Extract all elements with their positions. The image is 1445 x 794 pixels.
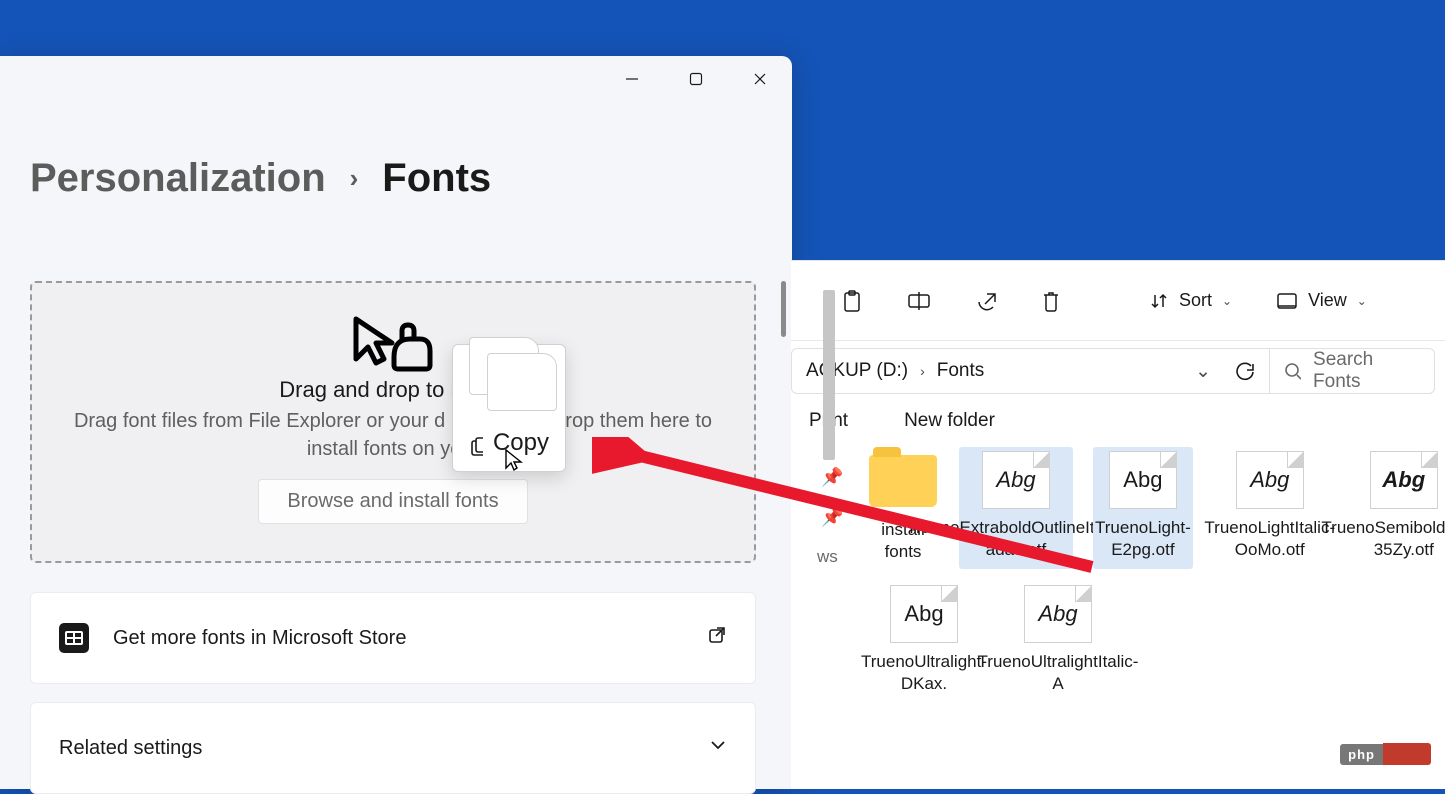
- file-explorer-window: Sort⌄ View⌄ ACKUP (D:) › Fonts ⌄ Search …: [791, 260, 1445, 789]
- breadcrumb-parent[interactable]: Personalization: [30, 156, 326, 201]
- share-button[interactable]: [975, 290, 997, 312]
- font-file-item[interactable]: AbgTruenoLightItalic-OoMo.otf: [1213, 447, 1327, 569]
- font-file-icon: Abg: [890, 585, 958, 643]
- address-bar[interactable]: ACKUP (D:) › Fonts ⌄: [791, 348, 1270, 394]
- font-file-item[interactable]: AbgTruenoUltralightItalic-A: [1001, 581, 1115, 701]
- font-file-icon: Abg: [1370, 451, 1438, 509]
- explorer-scrollbar[interactable]: [823, 290, 835, 460]
- breadcrumb: Personalization › Fonts: [30, 156, 491, 201]
- font-file-item[interactable]: AbgTruenoExtraboldOutlineItalic-adaJ.otf: [959, 447, 1073, 569]
- breadcrumb-current: Fonts: [382, 156, 491, 201]
- file-row: AbgTruenoUltralight-DKax.AbgTruenoUltral…: [867, 581, 1445, 701]
- card-get-more-fonts[interactable]: Get more fonts in Microsoft Store: [30, 592, 756, 684]
- search-placeholder: Search Fonts: [1313, 349, 1420, 393]
- open-external-icon: [707, 625, 727, 651]
- browse-fonts-button[interactable]: Browse and install fonts: [258, 479, 527, 524]
- font-file-item[interactable]: AbgTruenoSemiboldItalic-35Zy.otf: [1347, 447, 1445, 569]
- search-icon: [1284, 362, 1301, 380]
- pin-icon: 📌: [821, 467, 843, 488]
- file-row: install fontsAbgTruenoExtraboldOutlineIt…: [867, 447, 1445, 569]
- file-label: TruenoSemiboldItalic-35Zy.otf: [1321, 517, 1445, 561]
- drag-cursor-icon: [350, 313, 436, 373]
- font-file-icon: Abg: [1109, 451, 1177, 509]
- maximize-button[interactable]: [664, 56, 728, 102]
- watermark-badge: php: [1340, 743, 1431, 765]
- crumb-folder[interactable]: Fonts: [937, 360, 985, 382]
- font-file-icon: Abg: [1024, 585, 1092, 643]
- font-file-icon: Abg: [982, 451, 1050, 509]
- drag-ghost-tooltip: Copy: [452, 344, 566, 472]
- rename-button[interactable]: [907, 290, 931, 312]
- drag-action-label: Copy: [493, 429, 549, 457]
- card-related-settings[interactable]: Related settings: [30, 702, 756, 794]
- view-button[interactable]: View⌄: [1276, 290, 1367, 311]
- chevron-down-icon[interactable]: ⌄: [1195, 360, 1211, 383]
- font-file-item[interactable]: AbgTruenoUltralight-DKax.: [867, 581, 981, 701]
- window-title-buttons: [600, 56, 792, 102]
- copy-icon: [469, 435, 483, 457]
- file-label: TruenoUltralightItalic-A: [978, 651, 1139, 695]
- minimize-button[interactable]: [600, 56, 664, 102]
- drop-zone-description: Drag font files from File Explorer or yo…: [44, 407, 742, 463]
- explorer-toolbar: Sort⌄ View⌄: [791, 261, 1445, 341]
- file-label: TruenoLight-E2pg.otf: [1095, 517, 1191, 561]
- store-icon: [59, 623, 89, 653]
- delete-button[interactable]: [1041, 290, 1061, 312]
- command-bar: Print New folder: [791, 401, 1445, 441]
- font-file-icon: Abg: [1236, 451, 1304, 509]
- font-drop-zone[interactable]: Drag and drop to install Drag font files…: [30, 281, 756, 563]
- chevron-down-icon: [709, 736, 727, 760]
- search-input[interactable]: Search Fonts: [1270, 348, 1435, 394]
- sort-button[interactable]: Sort⌄: [1149, 290, 1232, 311]
- close-button[interactable]: [728, 56, 792, 102]
- file-grid: 📌 📌 ws install fontsAbgTruenoExtraboldOu…: [821, 447, 1445, 701]
- font-file-item[interactable]: Abg TruenoLight-E2pg.otf: [1093, 447, 1193, 569]
- scrollbar-thumb[interactable]: [781, 281, 786, 337]
- paste-button[interactable]: [841, 289, 863, 313]
- folder-icon: [869, 455, 937, 507]
- refresh-button[interactable]: [1235, 361, 1255, 381]
- chevron-right-icon: ›: [920, 363, 925, 379]
- pin-icon: 📌: [821, 507, 843, 528]
- truncated-label: ws: [817, 547, 838, 567]
- cmd-new-folder[interactable]: New folder: [904, 410, 995, 432]
- card-label: Related settings: [59, 737, 709, 760]
- file-label: TruenoUltralight-DKax.: [861, 651, 987, 695]
- settings-window: Personalization › Fonts Drag and drop to…: [0, 56, 792, 789]
- crumb-drive[interactable]: ACKUP (D:): [806, 360, 908, 382]
- chevron-right-icon: ›: [350, 163, 359, 194]
- address-bar-row: ACKUP (D:) › Fonts ⌄ Search Fonts: [791, 341, 1445, 401]
- file-label: TruenoLightItalic-OoMo.otf: [1204, 517, 1335, 561]
- card-label: Get more fonts in Microsoft Store: [113, 627, 707, 650]
